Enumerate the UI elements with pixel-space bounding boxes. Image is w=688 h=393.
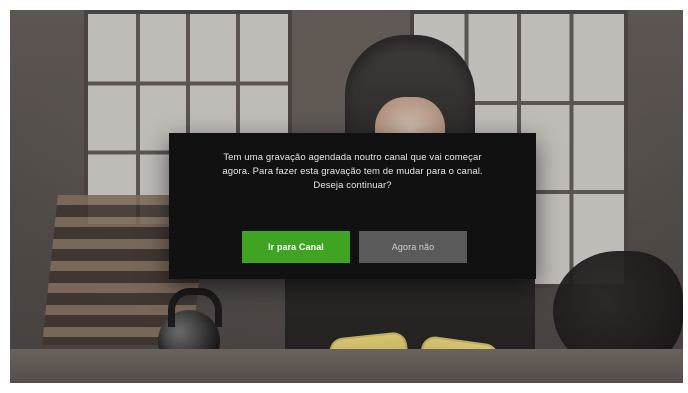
dialog-message-line-3: Deseja continuar?: [313, 180, 392, 191]
tv-screen: Tem uma gravação agendada noutro canal q…: [0, 0, 688, 393]
go-to-channel-button[interactable]: Ir para Canal: [242, 231, 350, 263]
dialog-message-line-1: Tem uma gravação agendada noutro canal q…: [223, 152, 482, 163]
dialog-message: Tem uma gravação agendada noutro canal q…: [187, 151, 518, 193]
scheduled-recording-dialog: Tem uma gravação agendada noutro canal q…: [169, 133, 536, 279]
dialog-message-line-2: agora. Para fazer esta gravação tem de m…: [222, 166, 483, 177]
floor: [10, 349, 683, 383]
not-now-button[interactable]: Agora não: [359, 231, 467, 263]
dialog-actions: Ir para Canal Agora não: [169, 231, 536, 263]
